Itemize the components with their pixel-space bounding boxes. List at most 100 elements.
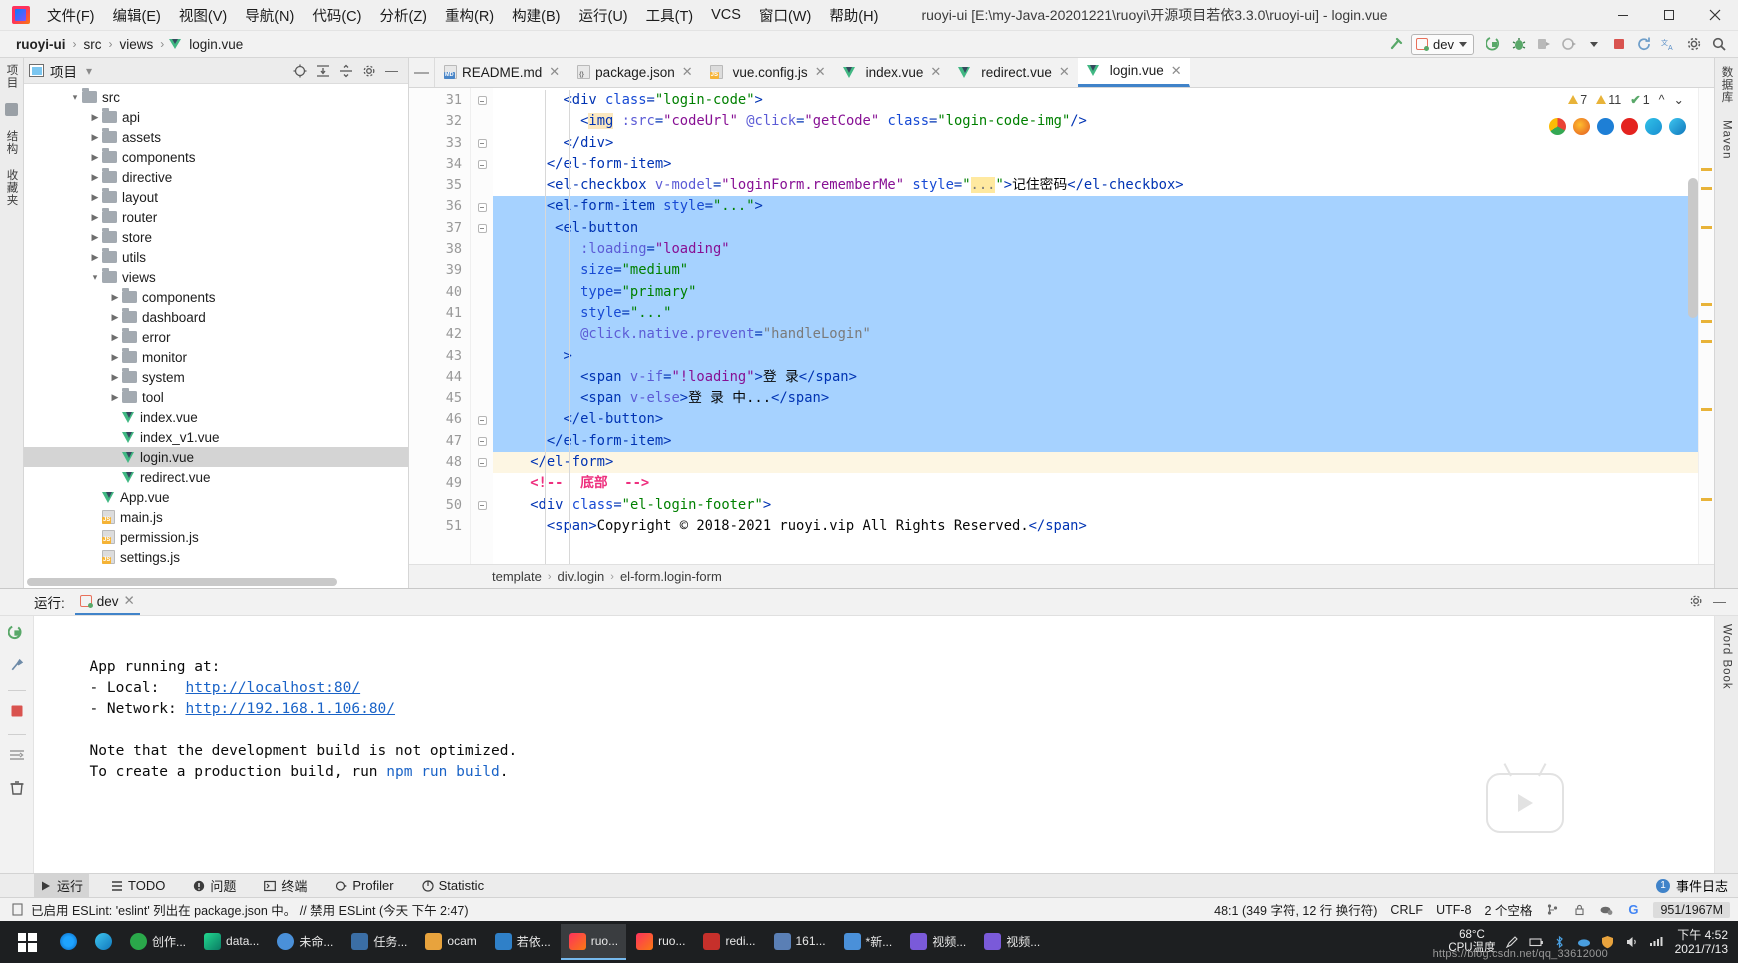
tree-node-login-vue[interactable]: login.vue	[24, 447, 408, 467]
bottom-tab-profiler[interactable]: Profiler	[329, 876, 399, 895]
main-menu[interactable]: 文件(F) 编辑(E) 视图(V) 导航(N) 代码(C) 分析(Z) 重构(R…	[38, 1, 887, 30]
tab-readme-md[interactable]: README.md ✕	[435, 58, 568, 87]
run-with-coverage-button[interactable]	[1533, 33, 1555, 55]
event-log-button[interactable]: 1 事件日志	[1655, 876, 1738, 895]
settings-icon[interactable]	[1683, 33, 1705, 55]
rerun-button[interactable]	[7, 624, 25, 644]
line-separator[interactable]: CRLF	[1390, 903, 1423, 917]
code-line-47[interactable]: </el-form-item>	[493, 430, 1698, 453]
chrome-icon[interactable]	[1549, 118, 1566, 135]
network-url-link[interactable]: http://192.168.1.106:80/	[186, 701, 396, 717]
project-view-dropdown[interactable]: ▾	[83, 64, 95, 78]
status-message[interactable]: 已启用 ESLint: 'eslint' 列出在 package.json 中。…	[31, 900, 469, 919]
ie-icon[interactable]	[1669, 118, 1686, 135]
menu-file[interactable]: 文件(F)	[38, 1, 104, 30]
task-manager[interactable]: 任务...	[343, 924, 415, 960]
tray-volume-icon[interactable]	[1625, 935, 1640, 950]
inspection-widget[interactable]: 7 11 ✔ 1 ^ ⌄	[1568, 92, 1684, 107]
tree-node-redirect-vue[interactable]: redirect.vue	[24, 467, 408, 487]
code-line-36[interactable]: <el-form-item style="...">	[493, 196, 1698, 218]
google-icon[interactable]: G	[1626, 902, 1640, 917]
code-line-33[interactable]: </div>	[493, 133, 1698, 154]
chevron-down-icon[interactable]: ▾	[88, 272, 102, 283]
fold-icon[interactable]	[477, 415, 487, 425]
fold-icon[interactable]	[477, 500, 487, 510]
fold-marker[interactable]	[471, 495, 493, 516]
menu-analyze[interactable]: 分析(Z)	[370, 1, 436, 30]
tree-node-main-js[interactable]: main.js	[24, 507, 408, 527]
stripe-maven[interactable]: Maven	[1721, 120, 1733, 160]
translate-icon[interactable]: 文A	[1658, 33, 1680, 55]
tree-node-utils[interactable]: ▶ utils	[24, 247, 408, 267]
tab-redirect-vue[interactable]: redirect.vue ✕	[949, 58, 1077, 87]
code-line-42[interactable]: @click.native.prevent="handleLogin"	[493, 324, 1698, 346]
code-line-41[interactable]: style="..."	[493, 302, 1698, 325]
fold-marker[interactable]	[471, 196, 493, 217]
stripe-database[interactable]: 数据库	[1719, 66, 1735, 104]
indent-setting[interactable]: 2 个空格	[1485, 900, 1533, 919]
memory-indicator[interactable]: 951/1967M	[1653, 901, 1730, 918]
fold-icon[interactable]	[477, 202, 487, 212]
code-line-51[interactable]: <span>Copyright © 2018-2021 ruoyi.vip Al…	[493, 516, 1698, 537]
tree-node-dashboard[interactable]: ▶ dashboard	[24, 307, 408, 327]
maximize-button[interactable]	[1646, 0, 1692, 30]
soft-wrap-icon[interactable]	[9, 748, 25, 767]
hide-tabs-icon[interactable]: —	[409, 58, 435, 87]
code-line-45[interactable]: <span v-else>登 录 中...</span>	[493, 388, 1698, 410]
close-icon[interactable]: ✕	[1059, 64, 1070, 80]
opera-icon[interactable]	[1621, 118, 1638, 135]
hide-panel-icon[interactable]: —	[1713, 594, 1726, 611]
task-ruoyi[interactable]: 若依...	[487, 924, 559, 960]
warning-marker[interactable]	[1701, 187, 1712, 190]
tree-node-monitor[interactable]: ▶ monitor	[24, 347, 408, 367]
bottom-tab-todo[interactable]: TODO	[105, 876, 171, 895]
chevron-right-icon[interactable]: ▶	[108, 292, 122, 303]
code-line-31[interactable]: <div class="login-code">	[493, 90, 1698, 111]
tree-node-components[interactable]: ▶ components	[24, 147, 408, 167]
menu-vcs[interactable]: VCS	[702, 3, 750, 27]
git-branch-icon[interactable]	[1545, 903, 1559, 917]
chevron-right-icon[interactable]: ▶	[88, 172, 102, 183]
editor-vertical-scrollbar[interactable]	[1688, 178, 1698, 318]
tree-node-settings-js[interactable]: settings.js	[24, 547, 408, 567]
close-icon[interactable]: ✕	[549, 64, 560, 80]
code-text-area[interactable]: <div class="login-code"> <img :src="code…	[493, 88, 1698, 564]
code-line-35[interactable]: <el-checkbox v-model="loginForm.remember…	[493, 175, 1698, 196]
cloud-sync-icon[interactable]	[1599, 903, 1613, 917]
breadcrumb-views[interactable]: views	[118, 37, 156, 52]
warning-marker[interactable]	[1701, 408, 1712, 411]
expand-all-icon[interactable]	[314, 62, 331, 79]
tree-node-directive[interactable]: ▶ directive	[24, 167, 408, 187]
warning-marker[interactable]	[1701, 303, 1712, 306]
locate-file-icon[interactable]	[291, 62, 308, 79]
fold-icon[interactable]	[477, 160, 487, 170]
build-hammer-icon[interactable]	[1386, 33, 1408, 55]
tab-vue-config-js[interactable]: vue.config.js ✕	[701, 58, 834, 87]
code-line-34[interactable]: </el-form-item>	[493, 154, 1698, 175]
more-run-options[interactable]	[1583, 33, 1605, 55]
menu-view[interactable]: 视图(V)	[170, 1, 236, 30]
breadcrumb-template[interactable]: template	[489, 569, 545, 584]
breadcrumb-el-form[interactable]: el-form.login-form	[617, 569, 725, 584]
tree-node-src[interactable]: ▾ src	[24, 87, 408, 107]
task-datagrip[interactable]: data...	[196, 924, 267, 960]
stop-button[interactable]	[10, 704, 24, 721]
tree-node-views[interactable]: ▾ views	[24, 267, 408, 287]
fold-marker[interactable]	[471, 452, 493, 473]
chevron-right-icon[interactable]: ▶	[88, 132, 102, 143]
weak-warning-count[interactable]: 11	[1596, 93, 1621, 107]
project-tree-horizontal-scrollbar[interactable]	[27, 578, 337, 586]
stop-button[interactable]	[1608, 33, 1630, 55]
tree-node-index-vue[interactable]: index.vue	[24, 407, 408, 427]
tray-network-icon[interactable]	[1649, 935, 1664, 950]
breadcrumb-src[interactable]: src	[82, 37, 104, 52]
profile-button[interactable]	[1558, 33, 1580, 55]
tree-node-assets[interactable]: ▶ assets	[24, 127, 408, 147]
stripe-project[interactable]: 项目	[4, 64, 20, 89]
fold-icon[interactable]	[477, 138, 487, 148]
fold-icon[interactable]	[477, 223, 487, 233]
menu-navigate[interactable]: 导航(N)	[236, 1, 303, 30]
chevron-down-icon[interactable]: ⌄	[1674, 92, 1684, 107]
minimize-button[interactable]	[1600, 0, 1646, 30]
tree-node-api[interactable]: ▶ api	[24, 107, 408, 127]
